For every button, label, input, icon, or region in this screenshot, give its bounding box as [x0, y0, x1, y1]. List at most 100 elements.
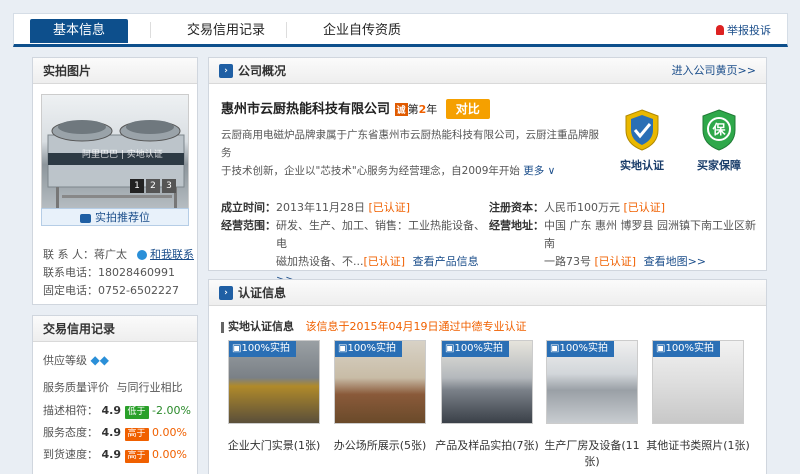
contact-person-label: 联 系 人： [43, 248, 94, 261]
pager-item[interactable]: 1 [130, 179, 144, 193]
chevron-down-icon: ∨ [544, 165, 556, 177]
certification-icon: › [219, 285, 233, 300]
capital-value: 人民币100万元 [544, 201, 620, 214]
thumb-caption[interactable]: 办公场所展示(5张) [325, 437, 435, 453]
capital-label: 注册资本： [489, 201, 544, 214]
onsite-photo-badge: ▣100%实拍 [229, 341, 297, 357]
chat-icon [136, 250, 147, 260]
thumb-certificates[interactable]: ▣100%实拍 [652, 340, 744, 424]
scope-line: 研发、生产、加工、销售：工业热能设备、电 [276, 219, 485, 250]
buyer-guarantee-badge[interactable]: 保 买家保障 [693, 108, 745, 173]
trust-badge-icon: 诚 [394, 103, 408, 116]
address-label: 经营地址： [489, 219, 544, 232]
company-yellowpage-link[interactable]: 进入公司黄页>> [672, 58, 756, 84]
more-link[interactable]: 更多 [523, 165, 544, 177]
onsite-photo-badge: ▣100%实拍 [335, 341, 403, 357]
row-pct: -2.00% [152, 404, 191, 417]
badge-label: 100%实拍 [559, 343, 609, 354]
badge-label: 100%实拍 [665, 343, 715, 354]
tel-label: 固定电话： [43, 284, 98, 297]
year-prefix: 第 [407, 103, 419, 116]
row-pct: 0.00% [152, 448, 187, 461]
alarm-icon [716, 25, 724, 35]
scope-line: 磁加热设备、不... [276, 255, 364, 268]
company-facts-left: 成立时间：2013年11月28日 [已认证] 经营范围： 研发、生产、加工、销售… [221, 199, 491, 289]
certification-header: › 认证信息 [209, 280, 766, 306]
onsite-cert-label: 实地认证 [620, 159, 664, 172]
company-description: 云厨商用电磁炉品牌隶属于广东省惠州市云厨热能科技有限公司，云厨注重品牌服务 于技… [221, 126, 601, 180]
badge-label: 100%实拍 [347, 343, 397, 354]
thumb-factory[interactable]: ▣100%实拍 [546, 340, 638, 424]
tab-qualifications[interactable]: 企业自传资质 [300, 19, 424, 43]
thumb-caption[interactable]: 其他证书类照片(1张) [643, 437, 753, 453]
photo-watermark: 阿里巴巴 | 实地认证 [82, 150, 163, 160]
thumb-caption[interactable]: 生产厂房及设备(11张) [537, 437, 647, 469]
thumb-caption[interactable]: 企业大门实景(1张) [219, 437, 329, 453]
thumb-entrance[interactable]: ▣100%实拍 [228, 340, 320, 424]
compare-label: 与同行业相比 [116, 381, 183, 394]
photo-panel-title: 实拍图片 [33, 58, 197, 84]
thumb-office[interactable]: ▣100%实拍 [334, 340, 426, 424]
compare-button[interactable]: 对比 [445, 99, 490, 119]
trade-credit-title: 交易信用记录 [33, 316, 197, 342]
tab-basic-info[interactable]: 基本信息 [30, 19, 128, 43]
onsite-cert-badge[interactable]: 实地认证 [619, 108, 665, 173]
supply-level-label: 供应等级 [43, 354, 87, 367]
desc-line: 于技术创新，企业以"芯技术"心服务为经营理念，自2009年开始 [221, 165, 520, 177]
shield-icon [625, 109, 659, 151]
certified-tag: [已认证] [594, 255, 637, 268]
thumb-products[interactable]: ▣100%实拍 [441, 340, 533, 424]
row-badge: 高于 [124, 450, 149, 463]
store-recommend-button[interactable]: 实拍推荐位 [41, 208, 189, 226]
overview-title: 公司概况 [238, 64, 287, 78]
onsite-photo-badge: ▣100%实拍 [547, 341, 615, 357]
thumb-caption[interactable]: 产品及样品实拍(7张) [432, 437, 542, 453]
phone-value: 18028460991 [98, 266, 175, 279]
camera-icon [80, 213, 91, 223]
certified-tag: [已认证] [363, 255, 406, 268]
address-line: 中国 广东 惠州 博罗县 园洲镇下南工业区新南 [544, 219, 756, 250]
badge-label: 100%实拍 [454, 343, 504, 354]
address-line: 一路73号 [544, 255, 591, 268]
overview-icon: › [219, 63, 233, 78]
certified-tag: [已认证] [368, 201, 411, 214]
photo-pager: 1 2 3 [130, 179, 176, 193]
certified-tag: [已认证] [623, 201, 666, 214]
svg-text:保: 保 [711, 122, 726, 138]
photo-panel: 实拍图片 阿里巴巴 | 实地认证 1 2 3 实拍推荐位 联 系 人：蒋广太 和… [32, 57, 198, 305]
company-name-row: 惠州市云厨热能科技有限公司 诚第2年 对比 [221, 98, 490, 119]
cert-sub-desc: 该信息于2015年04月19日通过中德专业认证 [305, 320, 527, 333]
report-link[interactable]: 举报投诉 [716, 22, 771, 38]
pager-item[interactable]: 2 [146, 179, 160, 193]
tab-divider [286, 22, 287, 38]
company-name[interactable]: 惠州市云厨热能科技有限公司 [221, 102, 390, 117]
phone-label: 联系电话： [43, 266, 98, 279]
row-pct: 0.00% [152, 426, 187, 439]
service-row: 服务态度： 4.9 高于 0.00% [43, 422, 191, 444]
cert-sub-label: 实地认证信息 [228, 320, 294, 333]
tel-value: 0752-6502227 [98, 284, 179, 297]
contact-person: 蒋广太 [94, 248, 127, 261]
tab-trade-credit[interactable]: 交易信用记录 [164, 19, 288, 43]
guarantee-shield-icon: 保 [702, 109, 736, 151]
service-header: 服务质量评价 与同行业相比 [43, 379, 183, 395]
tab-divider [150, 22, 151, 38]
view-map-link[interactable]: 查看地图>> [644, 255, 706, 268]
chat-link[interactable]: 和我联系 [150, 248, 194, 261]
row-label: 描述相符： [43, 404, 98, 417]
product-photo[interactable]: 阿里巴巴 | 实地认证 1 2 3 [41, 94, 189, 212]
top-tab-bar: 基本信息 交易信用记录 企业自传资质 举报投诉 [13, 13, 788, 47]
row-label: 到货速度： [43, 448, 98, 461]
service-row: 描述相符： 4.9 低于 -2.00% [43, 400, 191, 422]
row-score: 4.9 [101, 404, 122, 417]
service-rows: 描述相符： 4.9 低于 -2.00% 服务态度： 4.9 高于 0.00% 到… [43, 400, 191, 466]
contact-info: 联 系 人：蒋广太 和我联系 联系电话：18028460991 固定电话：075… [43, 246, 194, 300]
report-label: 举报投诉 [727, 24, 771, 37]
overview-header: › 公司概况 进入公司黄页>> [209, 58, 766, 84]
pager-item[interactable]: 3 [162, 179, 176, 193]
trade-credit-panel: 交易信用记录 供应等级 ◆◆ 服务质量评价 与同行业相比 描述相符： 4.9 低… [32, 315, 198, 474]
year-suffix: 年 [426, 103, 438, 116]
company-overview-panel: › 公司概况 进入公司黄页>> 惠州市云厨热能科技有限公司 诚第2年 对比 云厨商… [208, 57, 767, 286]
onsite-photo-badge: ▣100%实拍 [442, 341, 510, 357]
diamond-icon: ◆◆ [90, 353, 109, 367]
